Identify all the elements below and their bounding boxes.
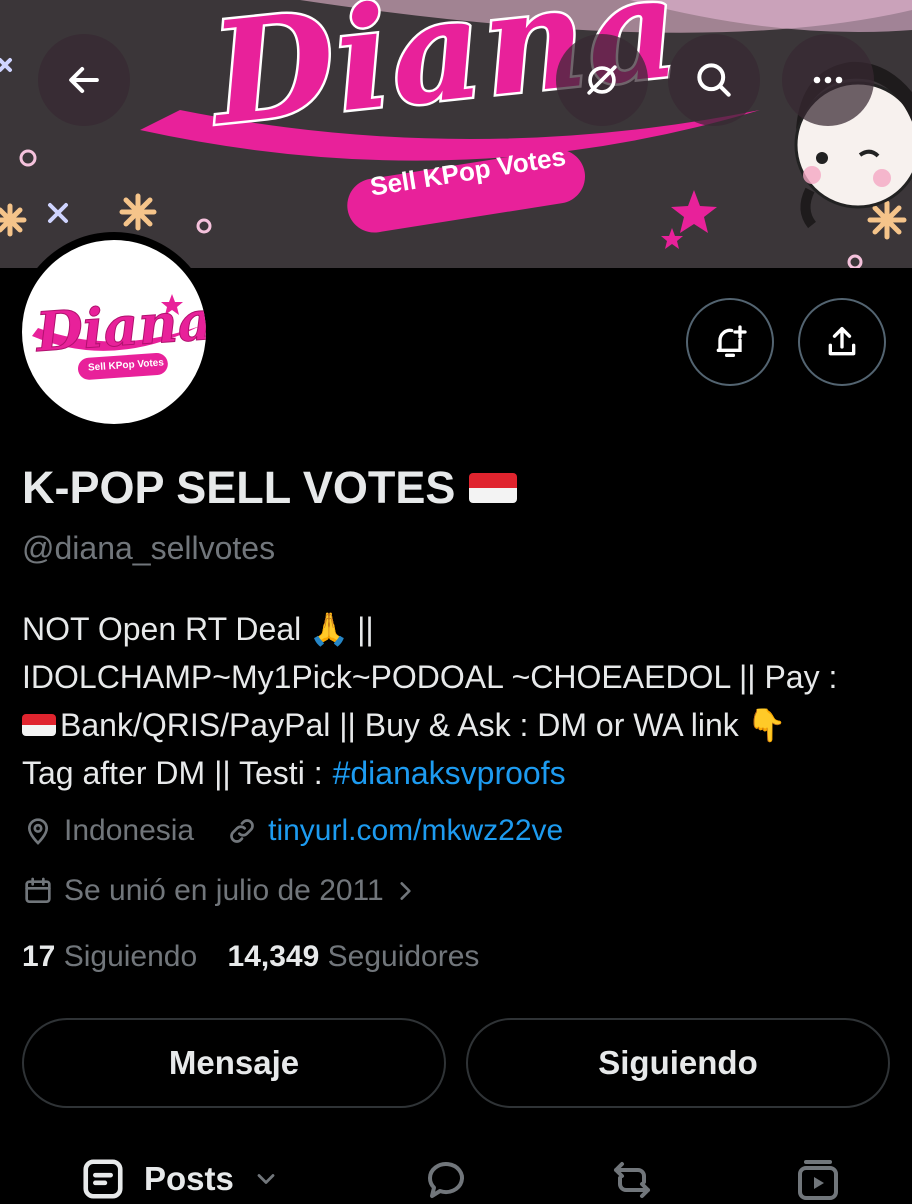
profile-location: Indonesia bbox=[64, 814, 195, 847]
profile-joined-row[interactable]: Se unió en julio de 2011 bbox=[22, 874, 428, 908]
indonesia-flag-icon bbox=[469, 473, 518, 503]
message-button-label: Mensaje bbox=[168, 1044, 300, 1081]
message-button[interactable]: Mensaje bbox=[22, 1018, 446, 1108]
following-label: Siguiendo bbox=[63, 940, 198, 973]
profile-name: K-POP SELL VOTES bbox=[22, 462, 518, 514]
following-count: 17 bbox=[22, 940, 56, 973]
grok-button[interactable] bbox=[556, 34, 648, 126]
search-icon bbox=[697, 63, 731, 97]
profile-stats: 17 Siguiendo 14,349 Seguidores bbox=[22, 940, 479, 974]
search-button[interactable] bbox=[668, 34, 760, 126]
reply-icon bbox=[427, 1162, 464, 1198]
chevron-right-icon bbox=[400, 882, 411, 900]
avatar-brand-text: Diana bbox=[33, 287, 206, 365]
share-icon bbox=[828, 327, 856, 356]
bio-text: Bank/QRIS/PayPal || Buy & Ask : DM or WA… bbox=[60, 707, 739, 743]
bio-text: NOT Open RT Deal bbox=[22, 611, 302, 647]
tab-replies[interactable] bbox=[422, 1156, 470, 1204]
more-button[interactable] bbox=[782, 34, 874, 126]
followers-count: 14,349 bbox=[227, 940, 320, 973]
tab-media[interactable] bbox=[794, 1156, 842, 1204]
profile-handle: @diana_sellvotes bbox=[22, 530, 276, 566]
profile-name-text: K-POP SELL VOTES bbox=[22, 462, 456, 513]
profile-location-row: Indonesia tinyurl.com/mkwz22ve bbox=[22, 814, 563, 848]
bio-text: IDOLCHAMP~My1Pick~PODOAL ~CHOEAEDOL || P… bbox=[22, 659, 838, 695]
calendar-icon bbox=[25, 877, 51, 903]
tab-reposts[interactable] bbox=[606, 1156, 658, 1204]
media-icon bbox=[798, 1160, 838, 1200]
avatar-image: Diana Sell KPop Votes bbox=[22, 240, 206, 424]
link-icon bbox=[230, 819, 254, 843]
profile-website-link[interactable]: tinyurl.com/mkwz22ve bbox=[268, 814, 563, 848]
tab-posts[interactable]: Posts bbox=[80, 1156, 280, 1202]
following-button[interactable]: Siguiendo bbox=[466, 1018, 890, 1108]
back-arrow-icon bbox=[69, 66, 99, 94]
bio-hashtag-link[interactable]: #dianaksvproofs bbox=[333, 749, 566, 797]
profile-banner[interactable]: Diana Sell KPop Votes bbox=[0, 0, 912, 268]
more-icon bbox=[813, 76, 843, 84]
following-button-label: Siguiendo bbox=[598, 1044, 758, 1081]
tab-posts-label: Posts bbox=[144, 1160, 234, 1197]
repost-icon bbox=[614, 1162, 650, 1198]
profile-tab-bar: Posts bbox=[0, 1140, 912, 1200]
grok-icon bbox=[587, 65, 617, 95]
profile-avatar[interactable]: Diana Sell KPop Votes bbox=[14, 232, 214, 432]
profile-bio: NOT Open RT Deal 🙏 || IDOLCHAMP~My1Pick~… bbox=[22, 605, 902, 797]
share-button[interactable] bbox=[798, 298, 886, 386]
indonesia-flag-icon bbox=[22, 714, 56, 736]
pointing-down-icon: 👇 bbox=[746, 706, 787, 744]
notifications-button[interactable] bbox=[686, 298, 774, 386]
bell-plus-icon bbox=[716, 325, 747, 357]
profile-joined-date: Se unió en julio de 2011 bbox=[64, 874, 384, 907]
location-pin-icon bbox=[27, 818, 49, 845]
followers-stat[interactable]: 14,349 Seguidores bbox=[228, 940, 480, 973]
followers-label: Seguidores bbox=[327, 940, 480, 973]
bio-text: Tag after DM || Testi : bbox=[22, 755, 323, 791]
bio-text: || bbox=[357, 611, 374, 647]
folded-hands-icon: 🙏 bbox=[309, 610, 350, 648]
following-stat[interactable]: 17 Siguiendo bbox=[22, 940, 197, 973]
posts-icon bbox=[83, 1159, 123, 1199]
back-button[interactable] bbox=[38, 34, 130, 126]
chevron-down-icon bbox=[257, 1174, 275, 1184]
